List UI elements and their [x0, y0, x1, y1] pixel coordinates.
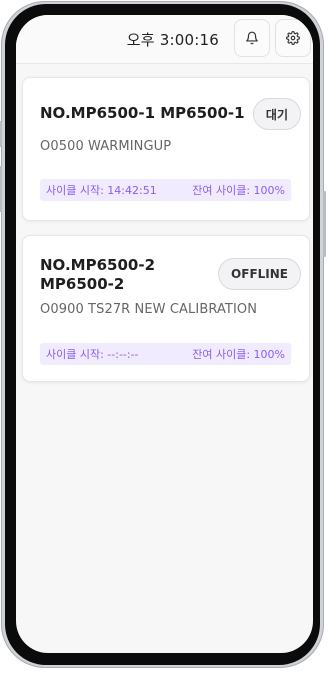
- remaining-cycle: 잔여 사이클: 100%: [192, 184, 285, 197]
- cycle-start-time: 사이클 시작: 14:42:51: [46, 184, 157, 197]
- app-screen: 오후 3:00:16 NO.MP6500-1 MP6500-1 대기 O0500…: [16, 15, 313, 653]
- phone-frame: 오후 3:00:16 NO.MP6500-1 MP6500-1 대기 O0500…: [0, 1, 326, 668]
- machine-card[interactable]: NO.MP6500-2 MP6500-2 OFFLINE O0900 TS27R…: [22, 235, 310, 382]
- machine-title: NO.MP6500-2 MP6500-2: [40, 256, 156, 293]
- status-badge: 대기: [252, 98, 301, 130]
- cycle-info-bar: 사이클 시작: 14:42:51 잔여 사이클: 100%: [40, 179, 291, 201]
- status-badge: OFFLINE: [218, 258, 301, 290]
- notification-button[interactable]: [234, 19, 270, 57]
- machine-card[interactable]: NO.MP6500-1 MP6500-1 대기 O0500 WARMINGUP …: [22, 77, 310, 221]
- bell-icon: [246, 31, 258, 45]
- cycle-info-bar: 사이클 시작: --:--:-- 잔여 사이클: 100%: [40, 343, 291, 365]
- side-button: [0, 121, 2, 147]
- remaining-cycle: 잔여 사이클: 100%: [192, 348, 285, 361]
- settings-button[interactable]: [275, 19, 311, 57]
- top-header: 오후 3:00:16: [16, 15, 313, 64]
- cycle-start-time: 사이클 시작: --:--:--: [46, 348, 139, 361]
- machine-title: NO.MP6500-1 MP6500-1: [40, 104, 245, 122]
- gear-icon: [286, 31, 300, 45]
- clock-display: 오후 3:00:16: [126, 31, 219, 49]
- program-name: O0500 WARMINGUP: [40, 139, 172, 154]
- side-button: [0, 166, 2, 212]
- program-name: O0900 TS27R NEW CALIBRATION: [40, 302, 258, 317]
- side-button: [323, 191, 326, 257]
